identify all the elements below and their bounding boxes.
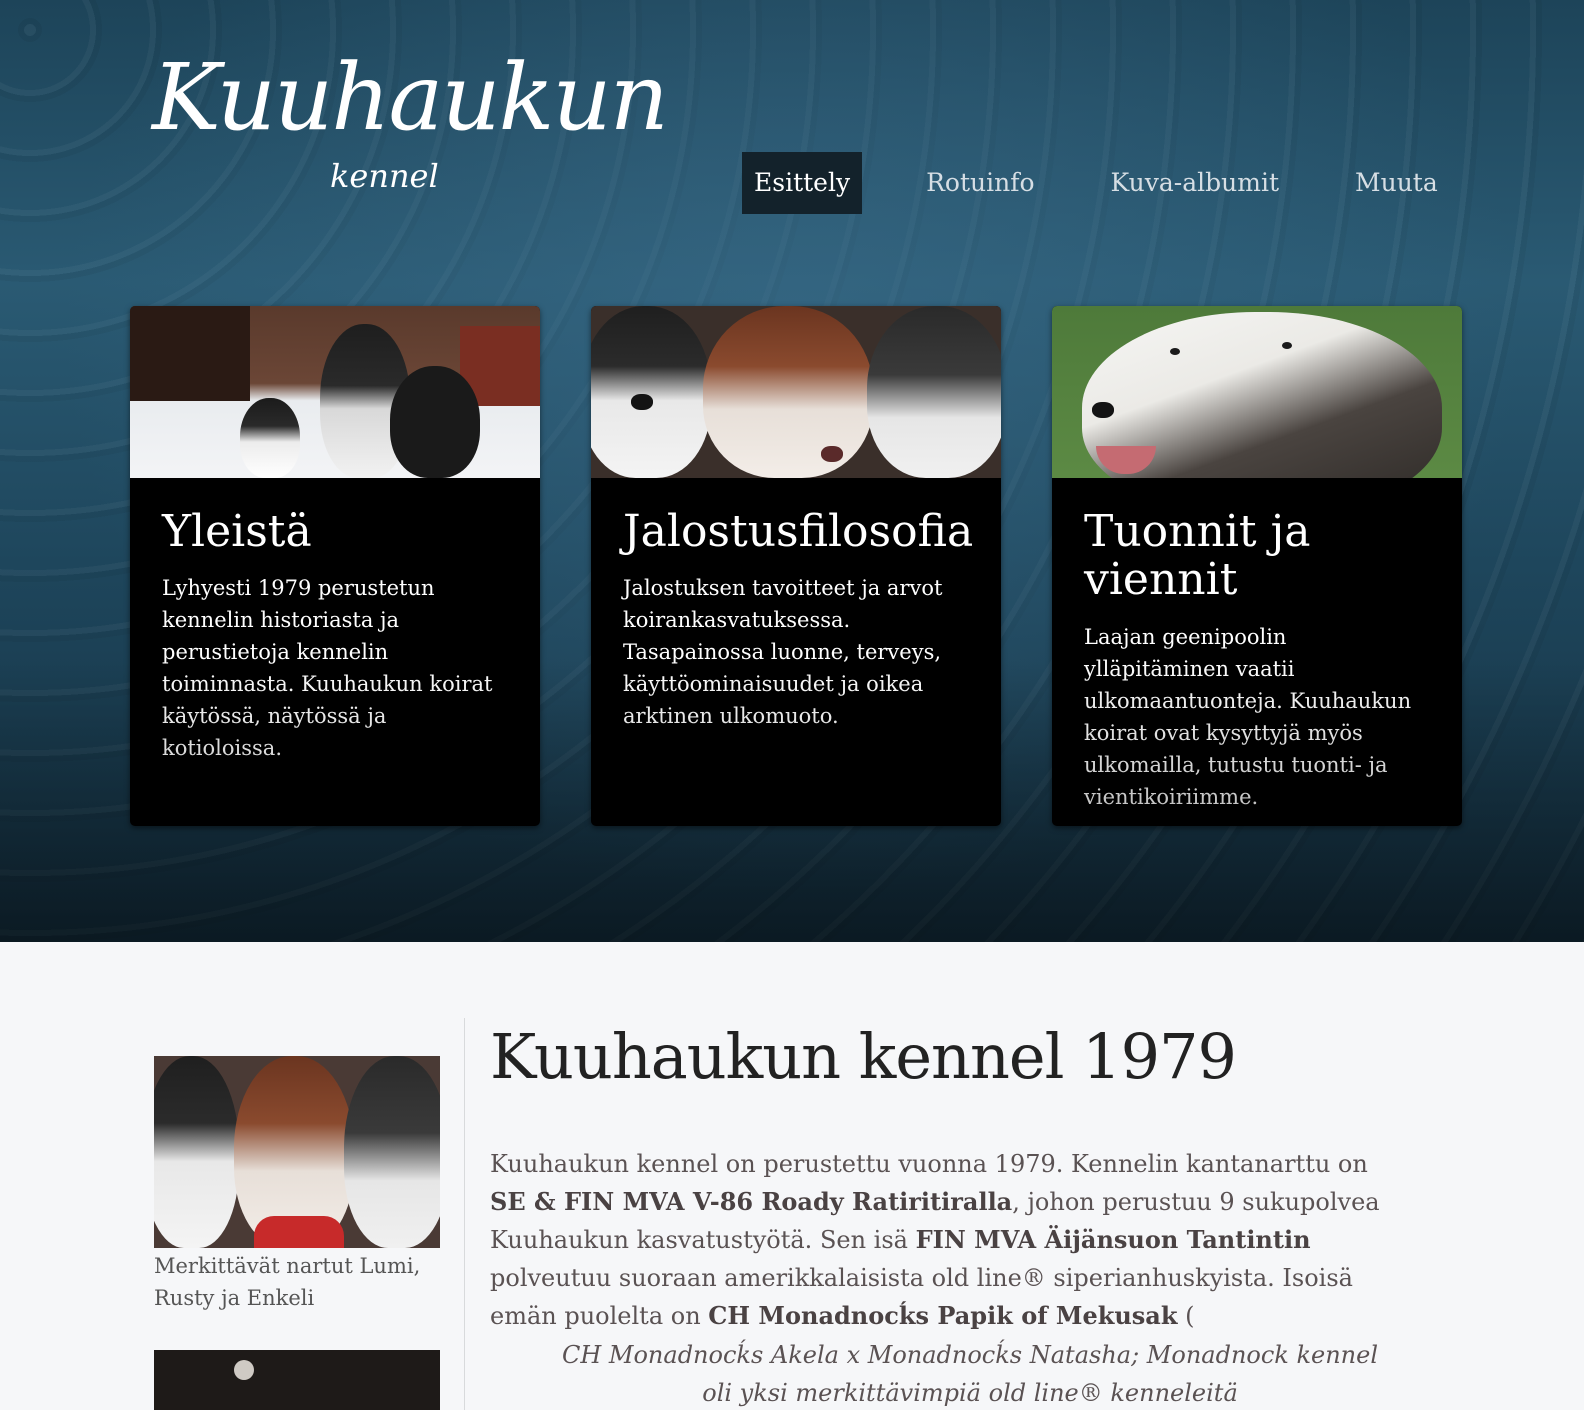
hero-section: Kuuhaukun kennel Esittely Rotuinfo Kuva-…: [0, 0, 1584, 942]
nav-item-esittely[interactable]: Esittely: [742, 152, 863, 214]
sidebar-image-2[interactable]: [154, 1350, 440, 1410]
nav-item-muuta[interactable]: Muuta: [1343, 152, 1450, 214]
intro-paragraph: Kuuhaukun kennel on perustettu vuonna 19…: [490, 1145, 1410, 1335]
card-image-jalostusfilosofia: [591, 306, 1001, 478]
intro-text-4: (: [1177, 1302, 1195, 1330]
nav-item-kuva-albumit[interactable]: Kuva-albumit: [1099, 152, 1291, 214]
card-title: Yleistä: [162, 506, 312, 557]
card-title: Jalostusfilosofia: [623, 506, 974, 557]
dog-name-papik: CH Monadnocḱs Papik of Mekusak: [708, 1301, 1178, 1330]
dog-name-roady: SE & FIN MVA V-86 Roady Ratiritiralla: [490, 1187, 1013, 1216]
dog-name-tantintin: FIN MVA Äijänsuon Tantintin: [915, 1225, 1311, 1254]
logo-main-text: Kuuhaukun: [152, 44, 669, 151]
sidebar-image[interactable]: [154, 1056, 440, 1248]
content-divider: [464, 1018, 465, 1410]
card-image-yleista: [130, 306, 540, 478]
site-logo[interactable]: Kuuhaukun kennel: [152, 52, 669, 202]
card-tuonnit-ja-viennit[interactable]: Tuonnit ja viennit Laajan geenipoolin yl…: [1052, 306, 1462, 826]
card-yleista[interactable]: Yleistä Lyhyesti 1979 perustetun kenneli…: [130, 306, 540, 826]
card-jalostusfilosofia[interactable]: Jalostusfilosofia Jalostuksen tavoitteet…: [591, 306, 1001, 826]
pedigree-quote: CH Monadnocḱs Akela x Monadnocḱs Natasha…: [561, 1341, 1379, 1407]
card-text: Laajan geenipoolin ylläpitäminen vaatii …: [1084, 624, 1412, 809]
nav-item-rotuinfo[interactable]: Rotuinfo: [914, 152, 1046, 214]
card-title: Tuonnit ja viennit: [1084, 506, 1311, 606]
card-text: Jalostuksen tavoitteet ja arvot koiranka…: [623, 576, 943, 729]
sidebar-caption: Merkittävät nartut Lumi, Rusty ja Enkeli: [154, 1254, 421, 1310]
main-nav: Esittely Rotuinfo Kuva-albumit Muuta: [742, 152, 1502, 214]
card-image-tuonnit: [1052, 306, 1462, 478]
logo-sub-text: kennel: [330, 157, 439, 195]
page-title: Kuuhaukun kennel 1979: [490, 1020, 1237, 1093]
card-text: Lyhyesti 1979 perustetun kennelin histor…: [162, 576, 493, 761]
intro-text-1: Kuuhaukun kennel on perustettu vuonna 19…: [490, 1150, 1368, 1178]
